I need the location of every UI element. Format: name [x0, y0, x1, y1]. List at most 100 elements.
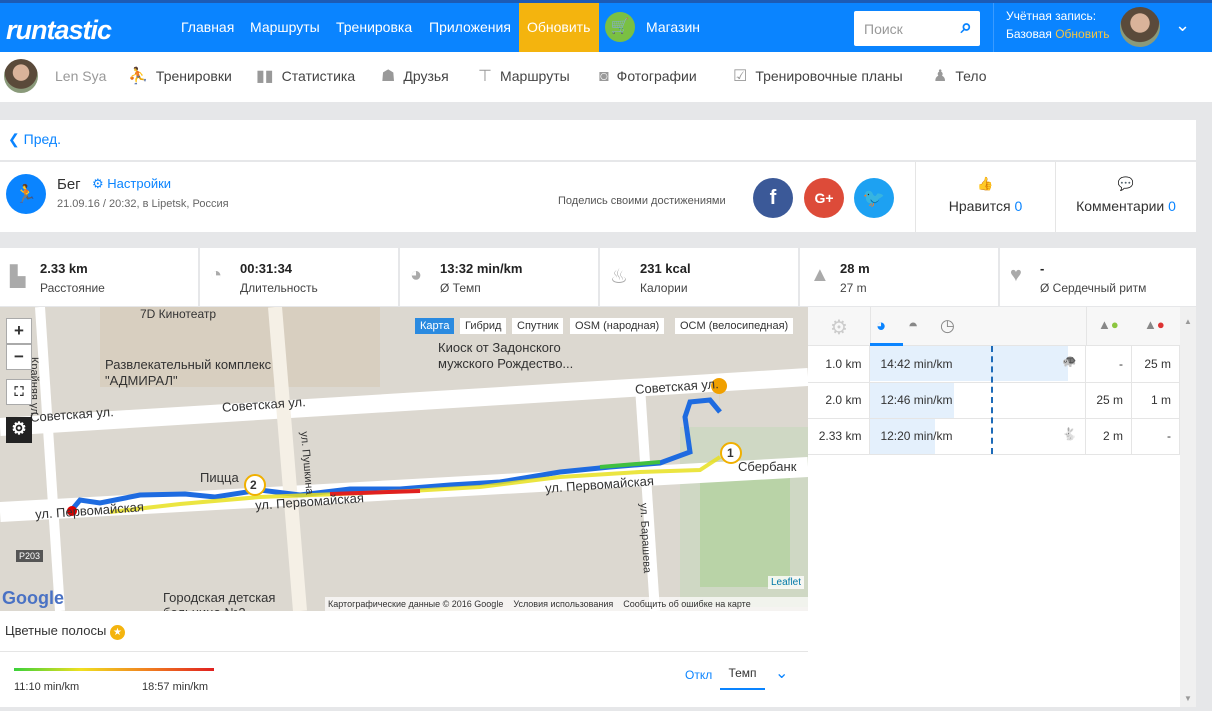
- nav-workouts[interactable]: ⛹ Тренировки: [128, 52, 232, 102]
- top-bar: runtastic Главная Маршруты Тренировка Пр…: [0, 0, 1212, 52]
- user-nav: Len Sya ⛹ Тренировки ▮▮ Статистика ☗ Друзья…: [0, 52, 1212, 102]
- stat-elevation: ▲ 28 m 27 m: [800, 248, 998, 306]
- split-elev-down: 1 m: [1131, 382, 1180, 419]
- color-bars-pace-tab[interactable]: Темп: [720, 660, 765, 690]
- map-type-hybrid[interactable]: Гибрид: [460, 318, 507, 334]
- km-marker-1[interactable]: 1: [727, 446, 734, 460]
- chevron-down-icon[interactable]: ⌄: [1175, 15, 1190, 36]
- scrollbar[interactable]: ▲ ▼: [1180, 307, 1196, 707]
- route-map[interactable]: 2 1 7D Кинотеатр Развлекательный комплек…: [0, 307, 808, 611]
- back-label: Пред.: [23, 131, 62, 147]
- chevron-down-icon[interactable]: ⌄: [775, 663, 788, 683]
- facebook-share-button[interactable]: f: [753, 178, 793, 218]
- turtle-icon: 🐢: [1062, 354, 1078, 368]
- nav-label: Маршруты: [499, 68, 570, 84]
- nav-friends[interactable]: ☗ Друзья: [381, 52, 449, 102]
- nav-routes2[interactable]: ⊤ Маршруты: [478, 52, 570, 102]
- stat-value: -: [1040, 261, 1045, 276]
- report-link[interactable]: Сообщить об ошибке на карте: [623, 599, 750, 609]
- nav-body[interactable]: ♟ Тело: [933, 52, 987, 102]
- split-pace: 12:20 min/km 🐇: [869, 418, 1087, 455]
- legend-min: 11:10 min/km: [14, 681, 80, 693]
- nav-home[interactable]: Главная: [173, 3, 242, 52]
- back-link[interactable]: ❮ Пред.: [8, 131, 61, 148]
- stat-label: Ø Темп: [440, 281, 481, 295]
- gear-icon[interactable]: ⚙: [830, 315, 848, 340]
- zoom-in-button[interactable]: +: [6, 318, 32, 344]
- nav-label: Тело: [955, 68, 987, 84]
- nav-plans[interactable]: ☑ Тренировочные планы: [733, 52, 903, 102]
- splits-header: ⚙ ◕ ◓ ◷ ▲● ▲●: [808, 307, 1180, 346]
- color-bars-title: Цветные полосы: [5, 623, 107, 638]
- nav-photos[interactable]: ◙ Фотографии: [599, 52, 697, 102]
- account-upgrade-link[interactable]: Обновить: [1055, 27, 1109, 41]
- nav-shop[interactable]: Магазин: [638, 3, 708, 52]
- settings-link[interactable]: ⚙ Настройки: [92, 176, 171, 192]
- search-icon[interactable]: ⌕: [961, 16, 972, 39]
- stat-distance: ▙ 2.33 km Расстояние: [0, 248, 198, 306]
- stat-pace: ◕ 13:32 min/km Ø Темп: [400, 248, 598, 306]
- stat-label: Расстояние: [40, 281, 105, 295]
- road-icon: ▙: [10, 266, 26, 288]
- flame-icon: ♨: [610, 266, 628, 288]
- color-bars-off-tab[interactable]: Откл: [685, 668, 712, 682]
- user-avatar[interactable]: [4, 59, 38, 93]
- thumbs-up-icon: 👍: [977, 176, 994, 191]
- km-marker-2[interactable]: 2: [250, 478, 257, 492]
- speed-tab-icon[interactable]: ◓: [908, 316, 918, 336]
- signpost-icon: ⊤: [478, 68, 492, 85]
- time-tab-icon[interactable]: ◷: [940, 316, 955, 336]
- nav-label: Тренировки: [155, 68, 232, 84]
- fullscreen-icon[interactable]: ⛶: [6, 379, 32, 405]
- map-label: Пицца: [200, 470, 239, 485]
- user-name[interactable]: Len Sya: [55, 52, 106, 102]
- nav-statistics[interactable]: ▮▮ Статистика: [256, 52, 355, 102]
- stat-heart-rate: ♥ - Ø Сердечный ритм: [1000, 248, 1196, 306]
- splits-table: ⚙ ◕ ◓ ◷ ▲● ▲● 1.0 km 14:42 min/km 🐢 - 25…: [808, 307, 1180, 707]
- search-input[interactable]: Поиск ⌕: [854, 11, 980, 46]
- map-data-credit: Картографические данные © 2016 Google: [328, 599, 504, 609]
- like-count: 0: [1014, 198, 1023, 214]
- split-distance: 2.0 km: [808, 382, 871, 419]
- cart-icon: 🛒: [605, 12, 635, 42]
- split-elev-down: 25 m: [1131, 346, 1180, 383]
- leaflet-link[interactable]: Leaflet: [768, 576, 805, 589]
- split-elev-down: -: [1131, 418, 1180, 455]
- map-type-osm[interactable]: OSM (народная): [570, 318, 665, 334]
- stat-value: 28 m: [840, 261, 870, 276]
- nav-apps[interactable]: Приложения: [421, 3, 519, 52]
- terms-link[interactable]: Условия использования: [513, 599, 613, 609]
- twitter-share-button[interactable]: 🐦: [854, 178, 894, 218]
- stat-label: Калории: [640, 281, 688, 295]
- split-row[interactable]: 2.0 km 12:46 min/km 25 m 1 m: [808, 382, 1180, 419]
- friends-icon: ☗: [381, 68, 396, 85]
- nav-training[interactable]: Тренировка: [328, 3, 420, 52]
- map-label: 7D Кинотеатр: [140, 307, 217, 321]
- elevation-loss-icon: ▲●: [1144, 317, 1165, 332]
- stopwatch-icon: ◔: [210, 264, 223, 286]
- pace-value: 12:20 min/km: [880, 429, 953, 443]
- map-settings-icon[interactable]: ⚙: [6, 417, 32, 443]
- avatar[interactable]: [1120, 7, 1160, 47]
- elevation-gain-icon: ▲●: [1098, 317, 1119, 332]
- google-logo: Google: [2, 588, 64, 608]
- map-type-ocm[interactable]: OCM (велосипедная): [675, 318, 794, 334]
- map-type-map[interactable]: Карта: [415, 318, 455, 334]
- nav-routes[interactable]: Маршруты: [242, 3, 328, 52]
- split-row[interactable]: 2.33 km 12:20 min/km 🐇 2 m -: [808, 418, 1180, 455]
- activity-header: 🏃 Бег ⚙ Настройки 21.09.16 / 20:32, в Li…: [0, 162, 1196, 232]
- runtastic-logo[interactable]: runtastic: [6, 15, 112, 46]
- nav-upgrade[interactable]: Обновить: [519, 3, 599, 52]
- stat-value: 231 kcal: [640, 261, 691, 276]
- pace-tab-icon[interactable]: ◕: [876, 316, 886, 336]
- like-label: Нравится: [948, 198, 1011, 214]
- map-type-satellite[interactable]: Спутник: [512, 318, 564, 334]
- search-placeholder: Поиск: [864, 21, 903, 37]
- comments-button[interactable]: 💬 Комментарии 0: [1056, 176, 1196, 214]
- zoom-out-button[interactable]: −: [6, 344, 32, 370]
- bar-chart-icon: ▮▮: [256, 68, 274, 85]
- split-row[interactable]: 1.0 km 14:42 min/km 🐢 - 25 m: [808, 346, 1180, 383]
- pace-gradient-legend: [14, 668, 214, 671]
- google-plus-share-button[interactable]: G+: [804, 178, 844, 218]
- like-button[interactable]: 👍 Нравится 0: [916, 176, 1055, 214]
